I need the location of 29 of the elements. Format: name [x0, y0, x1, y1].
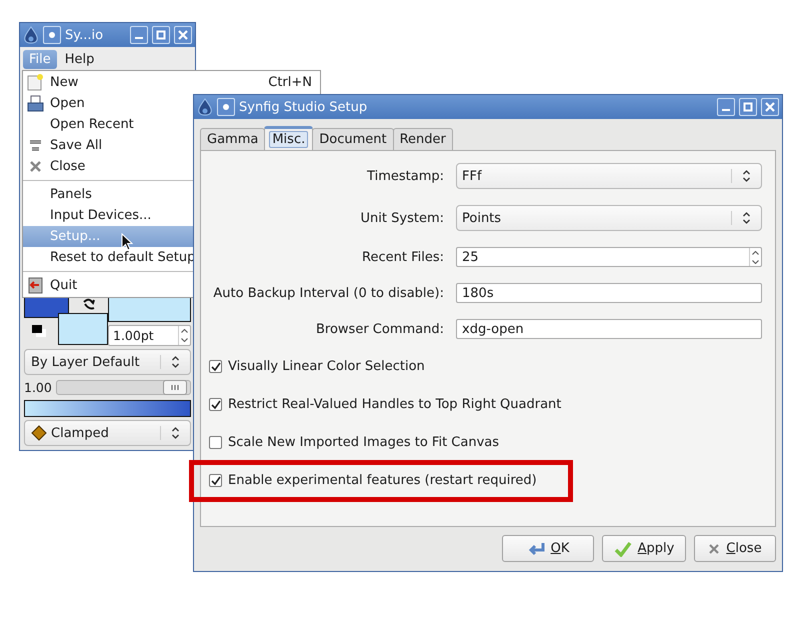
window-title: Synfig Studio Setup — [239, 100, 368, 114]
window-title: Sy...io — [65, 28, 104, 42]
checkbox-label: Enable experimental features (restart required) — [228, 473, 537, 488]
tab[interactable]: Render — [392, 128, 453, 150]
input-field[interactable]: xdg-open — [456, 319, 762, 339]
dropdown[interactable]: Points — [456, 205, 762, 231]
menu-title[interactable]: Help — [58, 50, 100, 68]
checkbox-label: Visually Linear Color Selection — [228, 359, 425, 374]
ok-button[interactable]: OK — [502, 535, 594, 562]
field-label: Unit System: — [360, 210, 444, 226]
checkbox-label: Restrict Real-Valued Handles to Top Right Quadrant — [228, 397, 562, 412]
width-field[interactable]: 1.00pt — [108, 325, 191, 346]
apply-button[interactable]: Apply — [602, 535, 686, 562]
interpolation-dropdown[interactable]: Clamped — [24, 420, 191, 446]
checkbox-label: Scale New Imported Images to Fit Canvas — [228, 435, 500, 450]
blend-method-dropdown[interactable]: By Layer Default — [24, 349, 191, 375]
field-label: Recent Files: — [361, 250, 444, 264]
input-field[interactable]: 180s — [456, 283, 762, 303]
input-field[interactable]: 25 — [456, 247, 762, 267]
field-label: Timestamp: — [366, 168, 444, 184]
opacity-value: 1.00 — [24, 380, 52, 394]
tab[interactable]: Gamma — [200, 128, 266, 150]
field-label: Auto Backup Interval (0 to disable): — [212, 286, 444, 300]
menu-item[interactable]: New Ctrl+N — [23, 72, 320, 93]
tab[interactable]: Misc. — [264, 126, 314, 150]
field-label: Browser Command: — [314, 322, 444, 336]
close-button[interactable]: Close — [694, 535, 776, 562]
dropdown[interactable]: FFf — [456, 163, 762, 189]
tab[interactable]: Document — [312, 128, 394, 150]
